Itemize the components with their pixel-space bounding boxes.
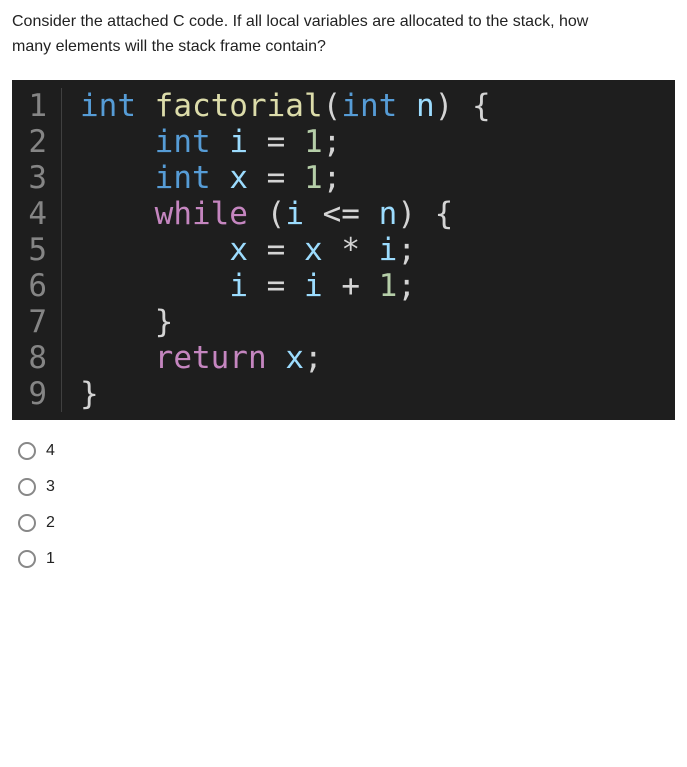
answer-option-4[interactable]: 4 xyxy=(18,442,675,460)
line-number: 1 xyxy=(12,88,62,124)
code-line: 6 i = i + 1; xyxy=(12,268,675,304)
code-line: 4 while (i <= n) { xyxy=(12,196,675,232)
code-line: 5 x = x * i; xyxy=(12,232,675,268)
code-line: 9} xyxy=(12,376,675,412)
code-content: int i = 1; xyxy=(62,124,341,160)
radio-icon[interactable] xyxy=(18,514,36,532)
line-number: 9 xyxy=(12,376,62,412)
code-line: 2 int i = 1; xyxy=(12,124,675,160)
line-number: 2 xyxy=(12,124,62,160)
question-line-1: Consider the attached C code. If all loc… xyxy=(12,13,588,30)
code-content: while (i <= n) { xyxy=(62,196,453,232)
option-label: 4 xyxy=(46,442,55,460)
code-block: 1int factorial(int n) {2 int i = 1;3 int… xyxy=(12,80,675,420)
question-prompt: Consider the attached C code. If all loc… xyxy=(12,10,675,60)
answer-option-3[interactable]: 3 xyxy=(18,478,675,496)
option-label: 1 xyxy=(46,550,55,568)
line-number: 7 xyxy=(12,304,62,340)
code-line: 7 } xyxy=(12,304,675,340)
code-content: int x = 1; xyxy=(62,160,341,196)
code-content: int factorial(int n) { xyxy=(62,88,491,124)
option-label: 2 xyxy=(46,514,55,532)
answer-option-1[interactable]: 1 xyxy=(18,550,675,568)
line-number: 8 xyxy=(12,340,62,376)
code-content: return x; xyxy=(62,340,323,376)
line-number: 6 xyxy=(12,268,62,304)
code-line: 1int factorial(int n) { xyxy=(12,88,675,124)
code-content: i = i + 1; xyxy=(62,268,416,304)
line-number: 5 xyxy=(12,232,62,268)
option-label: 3 xyxy=(46,478,55,496)
code-content: } xyxy=(62,304,173,340)
radio-icon[interactable] xyxy=(18,442,36,460)
answer-option-2[interactable]: 2 xyxy=(18,514,675,532)
question-line-2: many elements will the stack frame conta… xyxy=(12,38,326,55)
code-line: 8 return x; xyxy=(12,340,675,376)
code-line: 3 int x = 1; xyxy=(12,160,675,196)
answer-options: 4 3 2 1 xyxy=(12,442,675,568)
radio-icon[interactable] xyxy=(18,478,36,496)
line-number: 4 xyxy=(12,196,62,232)
radio-icon[interactable] xyxy=(18,550,36,568)
line-number: 3 xyxy=(12,160,62,196)
code-content: x = x * i; xyxy=(62,232,416,268)
code-content: } xyxy=(62,376,99,412)
